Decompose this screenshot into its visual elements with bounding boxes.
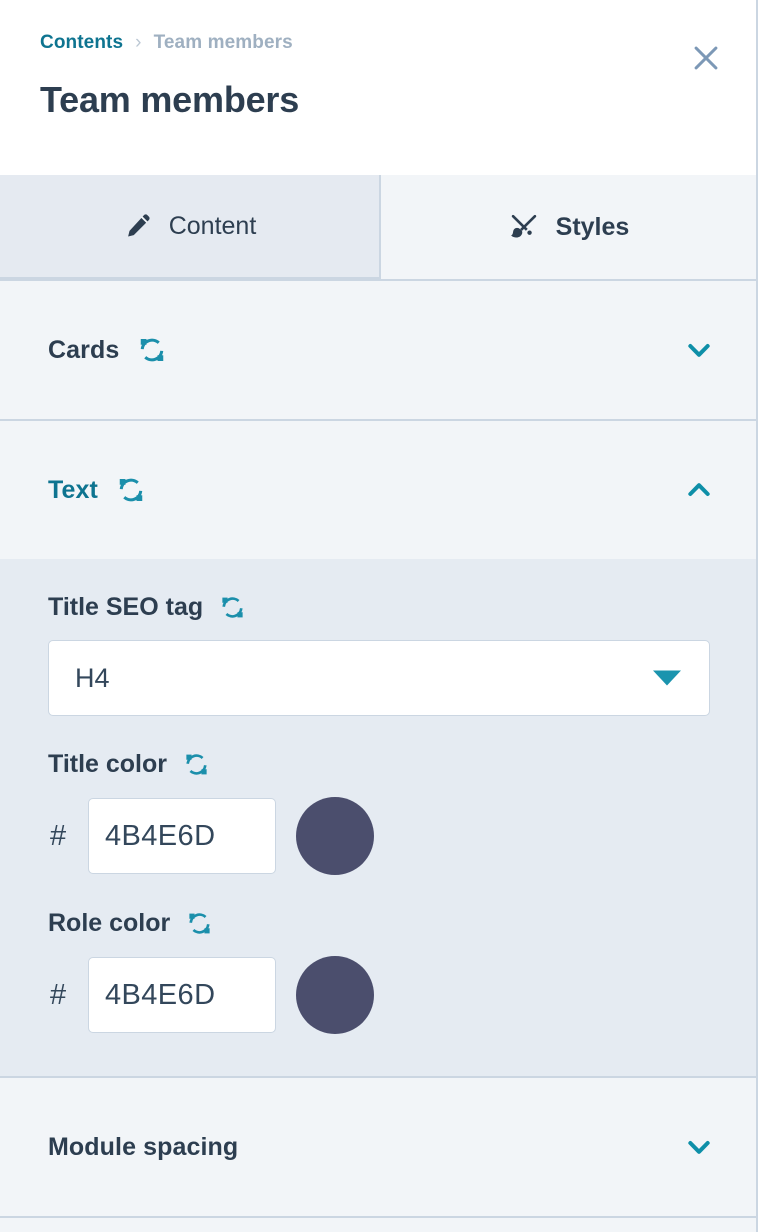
close-button[interactable] [684, 36, 728, 80]
section-header-cards[interactable]: Cards [0, 281, 756, 419]
field-label-row: Role color [48, 909, 708, 938]
field-role-color: Role color # [48, 909, 708, 1034]
reset-title-color-button[interactable] [183, 751, 210, 778]
section-header-module-spacing[interactable]: Module spacing [0, 1078, 756, 1216]
role-color-row: # [48, 956, 708, 1034]
section-cards: Cards [0, 281, 756, 421]
close-icon [694, 46, 718, 70]
editor-tabs: Content Styles [0, 175, 756, 281]
breadcrumb-link-contents[interactable]: Contents [40, 32, 123, 54]
reset-text-button[interactable] [116, 475, 146, 505]
settings-sections: Cards Text Title SEO tag H4 Title color … [0, 281, 756, 1232]
toggle-cards-button[interactable] [676, 327, 722, 373]
section-label-text: Text [48, 475, 98, 504]
hash-prefix: # [50, 819, 67, 852]
reset-title-seo-tag-button[interactable] [219, 594, 246, 621]
section-label-cards: Cards [48, 335, 120, 364]
field-label-title-seo-tag: Title SEO tag [48, 593, 204, 621]
field-label-role-color: Role color [48, 909, 171, 937]
tab-styles[interactable]: Styles [381, 175, 756, 279]
chevron-down-icon [653, 670, 681, 686]
field-label-title-color: Title color [48, 750, 168, 778]
panel-header: Contents › Team members Team members [0, 0, 756, 175]
pencil-icon [123, 211, 153, 241]
section-text: Text Title SEO tag H4 Title color # 4B4E… [0, 421, 756, 1078]
page-title: Team members [40, 79, 300, 120]
section-body-text: Title SEO tag H4 Title color # 4B4E6D Ro… [0, 559, 756, 1076]
title-color-row: # [48, 797, 708, 875]
breadcrumb-separator: › [135, 32, 142, 53]
title-color-input[interactable] [88, 798, 276, 874]
module-settings-panel: Contents › Team members Team members Con… [0, 0, 758, 1232]
section-header-text[interactable]: Text [0, 421, 756, 559]
role-color-swatch[interactable] [296, 956, 374, 1034]
refresh-icon [222, 597, 243, 618]
field-title-seo-tag: Title SEO tag H4 [48, 593, 710, 716]
breadcrumb: Contents › Team members [40, 30, 716, 56]
title-color-swatch[interactable] [296, 797, 374, 875]
field-label-row: Title SEO tag [48, 593, 708, 622]
section-module-spacing: Module spacing [0, 1078, 756, 1218]
field-title-color: Title color # [48, 750, 708, 875]
reset-role-color-button[interactable] [186, 910, 213, 937]
chevron-up-icon [688, 483, 710, 496]
refresh-icon [119, 478, 143, 502]
field-label-row: Title color [48, 750, 708, 779]
chevron-down-icon [688, 344, 710, 357]
hash-prefix: # [50, 978, 67, 1011]
title-seo-tag-select[interactable]: H4 [48, 640, 710, 716]
title-seo-tag-value: H4 [75, 662, 110, 693]
tab-content-label: Content [168, 211, 257, 240]
tab-content[interactable]: Content [0, 175, 381, 279]
reset-cards-button[interactable] [137, 335, 167, 365]
section-label-module-spacing: Module spacing [48, 1132, 239, 1161]
chevron-down-icon [688, 1141, 710, 1154]
toggle-text-button[interactable] [676, 467, 722, 513]
toggle-module-spacing-button[interactable] [676, 1124, 722, 1170]
tab-styles-label: Styles [555, 212, 630, 241]
refresh-icon [141, 338, 164, 362]
refresh-icon [189, 913, 210, 934]
breadcrumb-current: Team members [153, 32, 293, 53]
role-color-input[interactable] [88, 957, 276, 1033]
refresh-icon [186, 754, 207, 775]
paintbrush-icon [508, 211, 540, 243]
